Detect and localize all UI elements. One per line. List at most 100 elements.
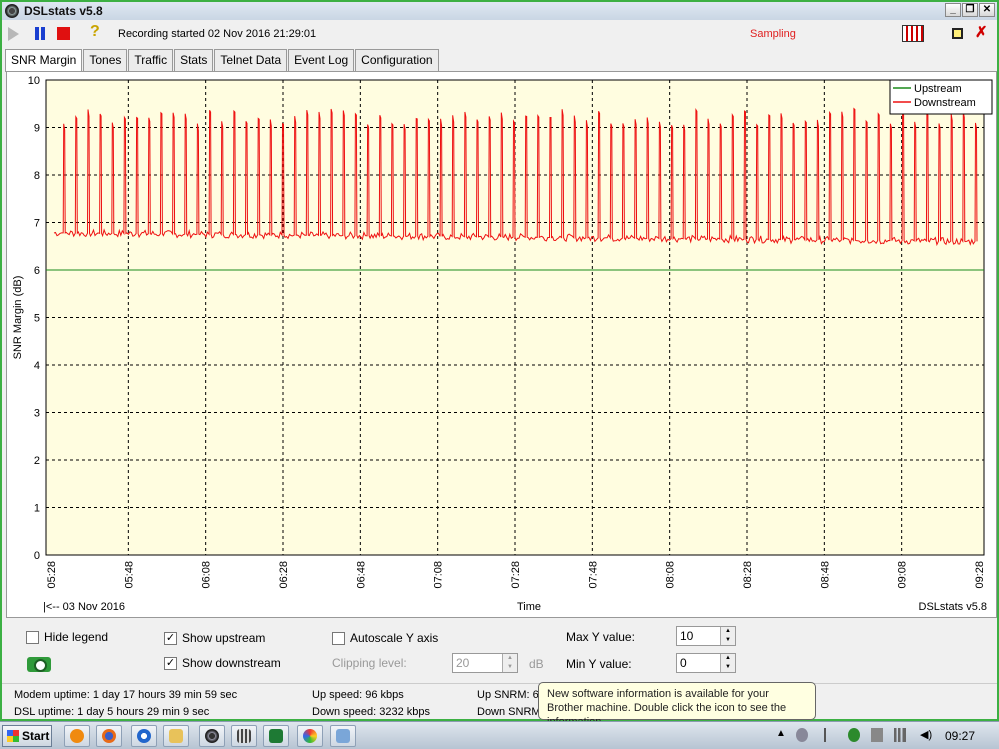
camera-icon[interactable] [27,657,51,672]
clock[interactable]: 09:27 [945,729,975,743]
network-tool-icon[interactable] [231,725,257,747]
dslstats-app-icon [5,4,19,18]
notification-balloon[interactable]: New software information is available fo… [538,682,816,728]
x-tick-label: 09:08 [897,561,909,589]
x-tick-label: 08:48 [819,561,831,589]
tab-stats[interactable]: Stats [174,49,214,71]
x-tick-label: 06:28 [278,561,290,589]
security-icon[interactable] [848,728,860,742]
min-y-value: 0 [680,656,687,670]
x-tick-label: 06:08 [201,561,213,589]
x-tick-label: 08:08 [665,561,677,589]
tab-configuration[interactable]: Configuration [355,49,439,71]
max-y-input[interactable]: 10 ▲ ▼ [676,626,736,646]
checkbox-box[interactable]: ✓ [164,631,177,645]
tab-traffic[interactable]: Traffic [128,49,174,71]
dslstats-taskbar-icon[interactable] [199,725,225,747]
x-tick-label: 08:28 [742,561,754,589]
tab-snr-margin[interactable]: SNR Margin [5,49,83,72]
x-tick-label: 05:28 [46,561,58,589]
up-speed: Up speed: 96 kbps [312,689,404,701]
media-player-icon[interactable] [64,725,90,747]
recording-status: Recording started 02 Nov 2016 21:29:01 [118,28,317,40]
y-tick-label: 4 [34,360,40,372]
y-tick-label: 2 [34,455,40,467]
file-explorer-icon[interactable] [163,725,189,747]
brother-printer-icon[interactable] [796,728,808,742]
clipping-unit-label: dB [529,657,544,671]
y-tick-label: 0 [34,550,40,562]
checkbox-box[interactable] [332,631,345,645]
y-tick-label: 10 [28,75,40,87]
date-label: |<-- 03 Nov 2016 [43,601,125,613]
graphs-window-icon[interactable] [902,25,924,42]
excel-icon[interactable] [263,725,289,747]
restore-button[interactable]: ❐ [962,3,978,17]
taskbar: Start ▲ ◀) 09:27 [0,721,999,749]
chart-svg: 0 1 2 3 4 5 6 7 8 9 10 05:28 05:48 06:08 06:28 06:48 07:… [12,75,993,613]
browser-icon[interactable] [131,725,157,747]
checkbox-box[interactable] [26,630,39,644]
x-tick-label: 05:48 [123,561,135,589]
x-tick-label: 06:48 [355,561,367,589]
y-tick-label: 5 [34,313,40,325]
tab-bar: SNR Margin Tones Traffic Stats Telnet Data Ev… [5,49,440,72]
tab-telnet-data[interactable]: Telnet Data [214,49,288,71]
controls-panel: Hide legend ✓ Show upstream ✓ Show downs… [2,620,997,682]
app-window: DSLstats v5.8 _ ❐ ✕ ? Recording started … [0,0,999,721]
window-title: DSLstats v5.8 [24,4,103,18]
down-snrm: Down SNRM: [477,706,544,718]
network-signal-icon[interactable] [894,728,906,742]
y-tick-label: 8 [34,170,40,182]
firefox-icon[interactable] [96,725,122,747]
start-label: Start [22,729,50,743]
x-tick-label: 09:28 [974,561,986,589]
autoscale-checkbox[interactable]: Autoscale Y axis [332,631,438,645]
restore-panel-icon[interactable] [952,28,963,39]
help-icon[interactable]: ? [90,23,106,40]
show-downstream-checkbox[interactable]: ✓ Show downstream [164,656,281,670]
title-bar: DSLstats v5.8 _ ❐ ✕ [2,2,997,20]
down-speed: Down speed: 3232 kbps [312,706,431,718]
spin-arrows-icon[interactable]: ▲ ▼ [502,654,517,672]
clipping-level-input[interactable]: 20 ▲ ▼ [452,653,518,673]
version-label: DSLstats v5.8 [919,601,987,613]
volume-icon[interactable]: ◀) [920,728,932,742]
tab-event-log[interactable]: Event Log [288,49,355,71]
close-button[interactable]: ✕ [979,3,995,17]
stop-icon[interactable] [57,27,70,40]
autoscale-label: Autoscale Y axis [350,631,439,645]
tab-tones[interactable]: Tones [83,49,128,71]
show-upstream-checkbox[interactable]: ✓ Show upstream [164,631,265,645]
usb-icon[interactable] [871,728,883,742]
y-tick-label: 7 [34,218,40,230]
x-axis-label: Time [517,601,541,613]
min-y-input[interactable]: 0 ▲ ▼ [676,653,736,673]
show-hidden-icons-icon[interactable]: ▲ [776,728,788,742]
y-tick-label: 1 [34,503,40,515]
y-tick-label: 3 [34,408,40,420]
exit-icon[interactable]: ✗ [975,23,988,41]
sampling-status: Sampling [750,28,796,40]
legend-label-downstream: Downstream [914,97,976,109]
pause-icon[interactable] [33,26,49,42]
action-center-flag-icon[interactable] [824,728,836,742]
start-button[interactable]: Start [2,725,52,747]
y-axis-label: SNR Margin (dB) [12,276,24,360]
max-y-label: Max Y value: [566,630,635,644]
spin-arrows-icon[interactable]: ▲ ▼ [720,627,735,645]
play-icon[interactable] [8,27,19,41]
dsl-uptime: DSL uptime: 1 day 5 hours 29 min 9 sec [14,706,210,718]
x-tick-label: 07:28 [510,561,522,589]
hide-legend-checkbox[interactable]: Hide legend [26,630,108,644]
app-icon[interactable] [330,725,356,747]
checkbox-box[interactable]: ✓ [164,656,177,670]
y-tick-label: 9 [34,123,40,135]
toolbar: ? Recording started 02 Nov 2016 21:29:01… [2,22,997,48]
modem-uptime: Modem uptime: 1 day 17 hours 39 min 59 s… [14,689,238,701]
paint-icon[interactable] [297,725,323,747]
clipping-level-value: 20 [456,656,470,670]
spin-arrows-icon[interactable]: ▲ ▼ [720,654,735,672]
minimize-button[interactable]: _ [945,3,961,17]
clipping-level-label: Clipping level: [332,656,407,670]
